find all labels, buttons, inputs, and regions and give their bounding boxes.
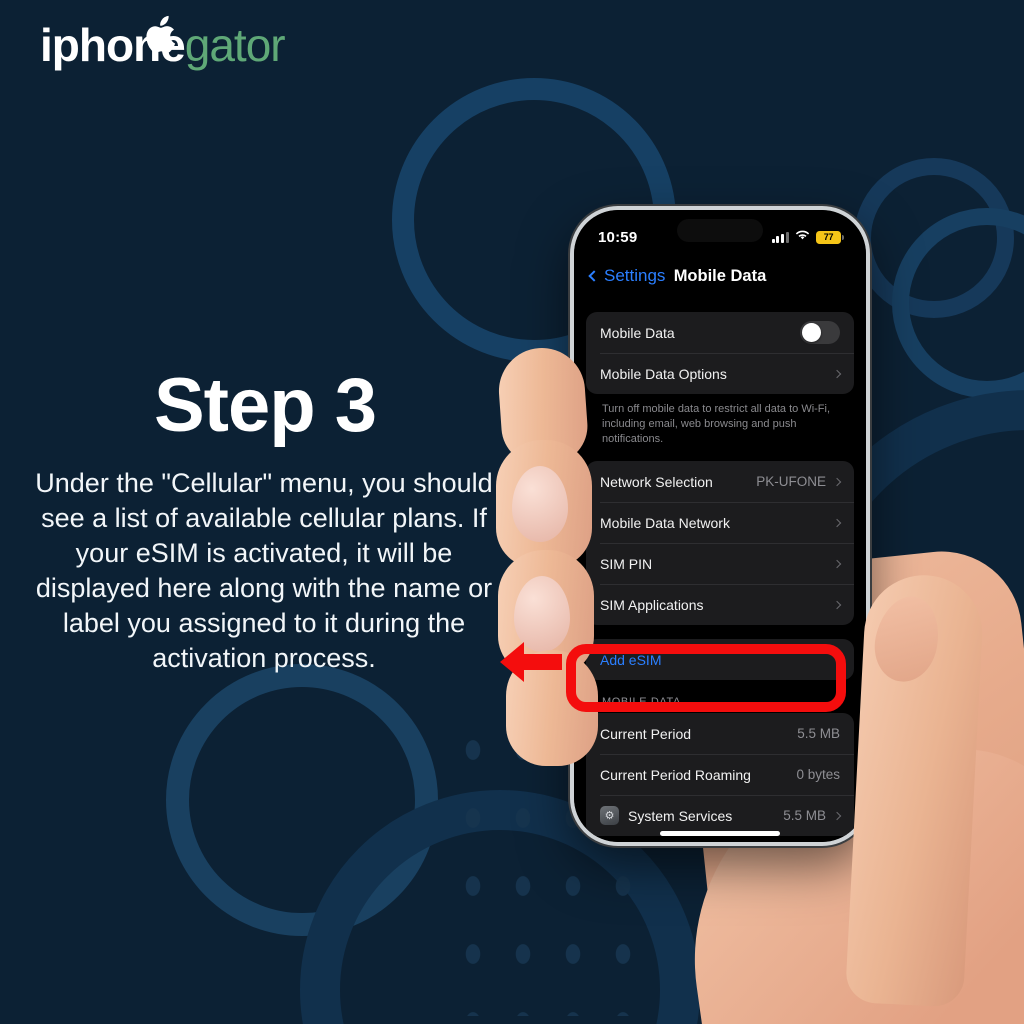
row-sim-pin[interactable]: SIM PIN: [586, 543, 854, 584]
toggle-knob: [802, 323, 821, 342]
hand-finger-nail-2: [512, 466, 568, 542]
row-mobile-data[interactable]: Mobile Data: [586, 312, 854, 353]
body-description: Under the "Cellular" menu, you should se…: [35, 468, 493, 673]
home-indicator: [660, 831, 780, 836]
nav-bar: Settings Mobile Data: [574, 254, 866, 298]
system-services-icon: ⚙: [600, 806, 619, 825]
mobile-data-footnote: Turn off mobile data to restrict all dat…: [602, 403, 831, 445]
iphone-device: 10:59 77 Settings Mobile Data Mobile Dat…: [570, 206, 870, 846]
row-label: System Services: [628, 807, 733, 824]
row-mobile-data-options[interactable]: Mobile Data Options: [586, 353, 854, 394]
mobile-data-toggle[interactable]: [800, 321, 840, 344]
row-current-period: Current Period 5.5 MB: [586, 713, 854, 754]
dynamic-island: [677, 219, 763, 242]
network-group: Network Selection PK-UFONE Mobile Data N…: [586, 461, 854, 625]
brand-name-green: gator: [184, 19, 286, 71]
mobile-data-group: Mobile Data Mobile Data Options: [586, 312, 854, 394]
cellular-signal-icon: [771, 231, 789, 243]
row-label: Network Selection: [600, 473, 713, 490]
chevron-right-icon: [832, 811, 842, 820]
arrow-left-icon: [498, 638, 564, 686]
phone-screen: 10:59 77 Settings Mobile Data Mobile Dat…: [574, 210, 866, 842]
wifi-icon: [795, 228, 810, 246]
chevron-right-icon: [832, 518, 842, 527]
chevron-right-icon: [832, 477, 842, 486]
row-value: 0 bytes: [796, 767, 840, 782]
back-button-label: Settings: [604, 266, 666, 285]
row-label: SIM Applications: [600, 596, 704, 613]
status-time: 10:59: [598, 228, 638, 246]
battery-tip: [842, 234, 844, 240]
row-network-selection[interactable]: Network Selection PK-UFONE: [586, 461, 854, 502]
battery-icon: 77: [816, 230, 844, 244]
row-value: 5.5 MB: [783, 808, 826, 823]
usage-group: Current Period 5.5 MB Current Period Roa…: [586, 713, 854, 836]
chevron-right-icon: [832, 559, 842, 568]
battery-percent: 77: [816, 230, 841, 244]
chevron-right-icon: [832, 369, 842, 378]
row-value: 5.5 MB: [797, 726, 840, 741]
settings-content: Mobile Data Mobile Data Options Turn off…: [574, 298, 866, 842]
row-label: Mobile Data: [600, 324, 675, 341]
chevron-right-icon: [832, 600, 842, 609]
page-title: Step 3: [153, 363, 377, 448]
add-esim-highlight-box: [566, 644, 846, 712]
row-current-period-roaming: Current Period Roaming 0 bytes: [586, 754, 854, 795]
row-label: Current Period Roaming: [600, 766, 751, 783]
row-label: Mobile Data Network: [600, 514, 730, 531]
row-label: Current Period: [600, 725, 692, 742]
row-mobile-data-network[interactable]: Mobile Data Network: [586, 502, 854, 543]
brand-logo: iphone gator: [40, 15, 286, 72]
chevron-left-icon: [588, 270, 600, 282]
row-sim-applications[interactable]: SIM Applications: [586, 584, 854, 625]
row-label: SIM PIN: [600, 555, 653, 572]
back-button[interactable]: Settings: [588, 266, 666, 286]
row-label: Mobile Data Options: [600, 365, 727, 382]
row-system-services[interactable]: ⚙ System Services 5.5 MB: [586, 795, 854, 836]
row-value: PK-UFONE: [756, 474, 826, 489]
